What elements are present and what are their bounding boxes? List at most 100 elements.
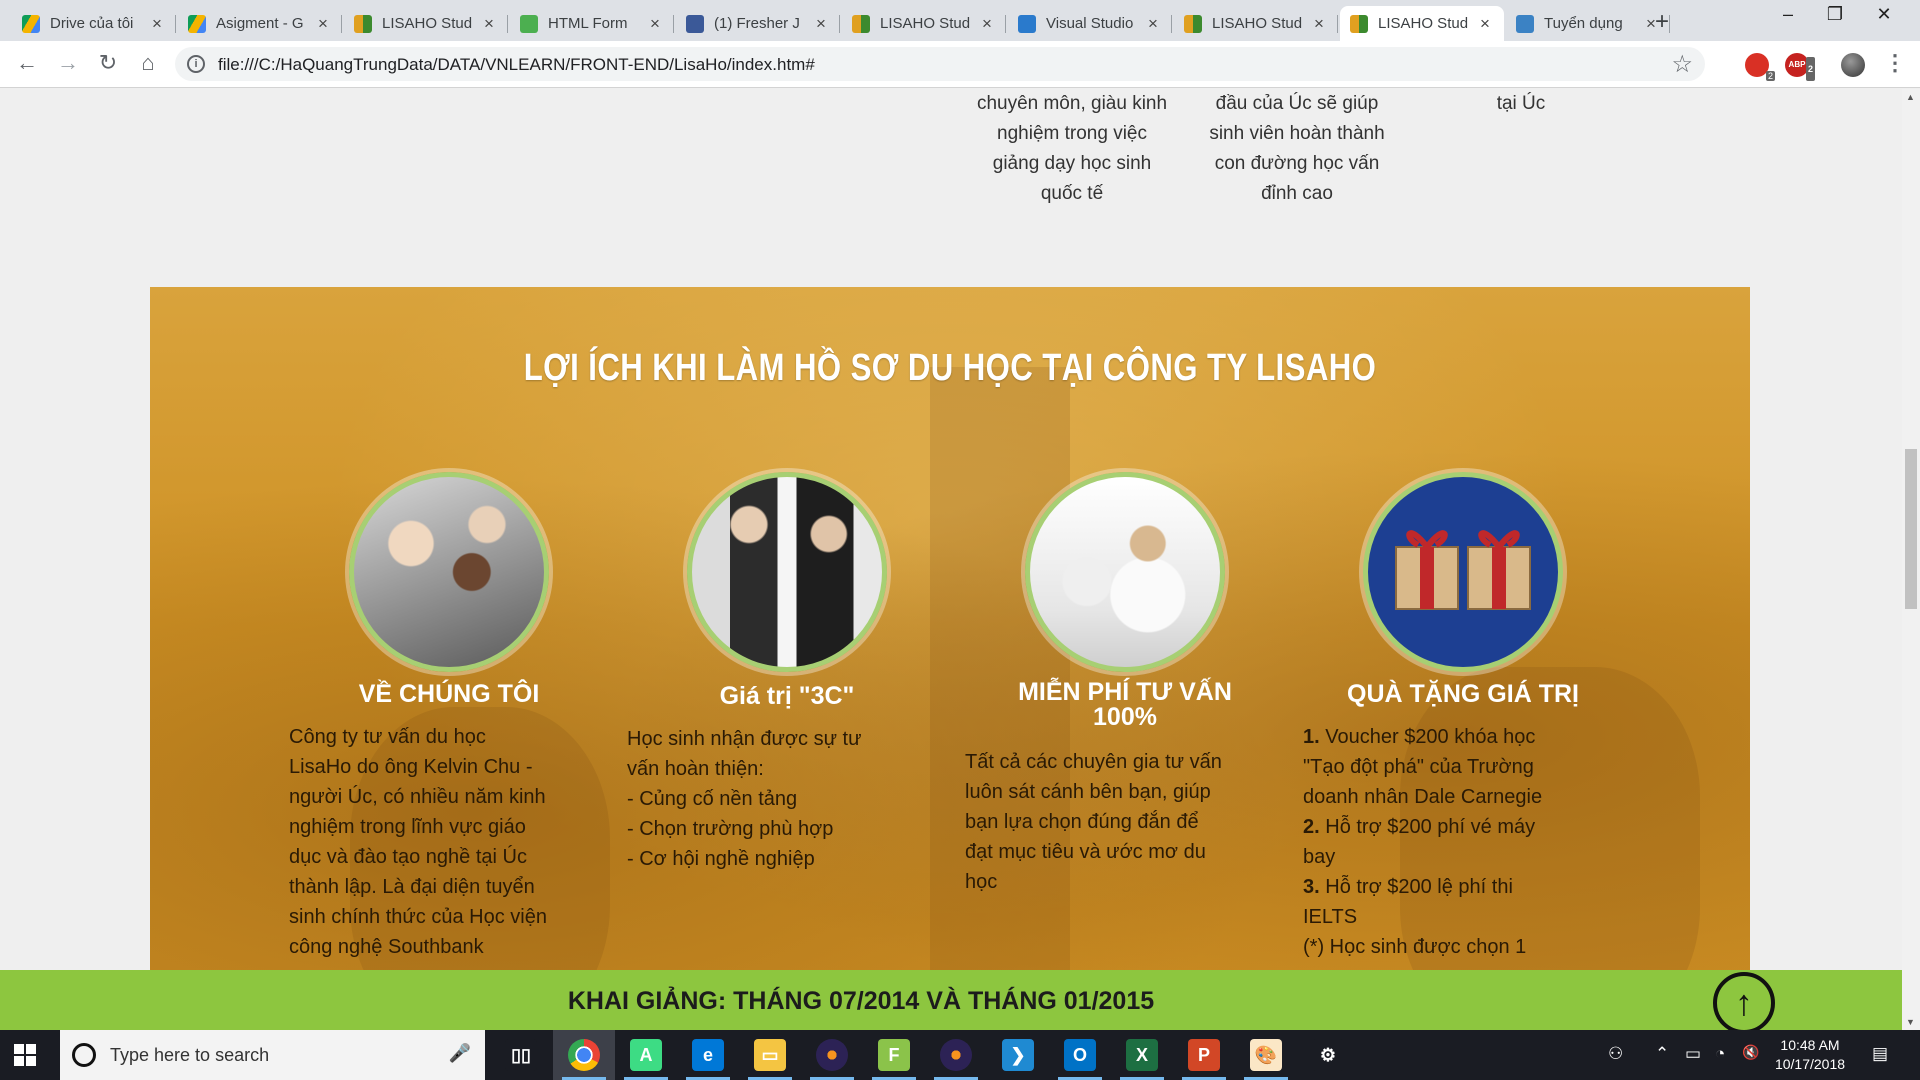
new-tab-button[interactable]: + [1655,8,1669,36]
action-center-icon[interactable]: ▤ [1872,1044,1888,1064]
benefit-card-gifts: QUÀ TẶNG GIÁ TRỊ 1. Voucher $200 khóa họ… [1303,287,1603,1030]
business-meeting-photo [349,472,549,672]
chrome-icon[interactable] [568,1039,600,1071]
fiddler-icon[interactable]: F [878,1039,910,1071]
tab-close-icon[interactable]: × [148,14,166,34]
scrollbar-thumb[interactable] [1905,449,1917,609]
edge-icon[interactable]: e [692,1039,724,1071]
tab-close-icon[interactable]: × [1144,14,1162,34]
show-hidden-icons-chevron[interactable]: ⌃ [1655,1044,1669,1064]
benefit-text-line: 3. Hỗ trợ $200 lệ phí thi [1303,872,1593,902]
benefit-text-line: Học sinh nhận được sự tư [627,728,862,750]
forward-button[interactable]: → [53,50,83,76]
feature-text-line: quốc tế [1040,183,1104,204]
browser-tab[interactable]: Drive của tôi × [12,6,176,41]
reload-button[interactable]: ↻ [93,50,123,76]
google-drive-icon [22,14,40,33]
android-studio-icon[interactable]: A [630,1039,662,1071]
url-text[interactable]: file:///C:/HaQuangTrungData/DATA/VNLEARN… [218,55,815,75]
system-clock[interactable]: 10:48 AM 10/17/2018 [1765,1036,1855,1074]
browser-tab[interactable]: Visual Studio × [1008,6,1172,41]
back-button[interactable]: ← [12,50,42,76]
tab-close-icon[interactable]: × [1476,14,1494,34]
gift-boxes-icon [1363,472,1563,672]
tab-title: HTML Form [548,15,628,32]
page-scrollbar[interactable]: ▲ ▼ [1902,89,1920,1030]
eclipse-icon[interactable] [816,1039,848,1071]
settings-icon[interactable]: ⚙ [1312,1039,1344,1071]
benefit-text-line: LisaHo do ông Kelvin Chu - [289,756,533,778]
profile-avatar[interactable] [1841,53,1865,77]
tab-separator [673,15,674,33]
adblock-label: ABP [1788,60,1806,69]
microphone-icon[interactable]: 🎤 [449,1043,471,1064]
browser-toolbar: ← → ↻ ⌂ i file:///C:/HaQuangTrungData/DA… [0,41,1920,88]
tab-close-icon[interactable]: × [480,14,498,34]
benefit-title: Giá trị "3C" [719,682,855,710]
benefit-text-line: doanh nhân Dale Carnegie [1303,782,1593,812]
benefit-text-line: đạt mục tiêu và ước mơ du [965,841,1206,863]
powerpoint-icon[interactable]: P [1188,1039,1220,1071]
eclipse-icon-2[interactable] [940,1039,972,1071]
benefit-text-line: thành lập. Là đại diện tuyển [289,876,535,898]
lisaho-favicon [354,14,372,33]
page-viewport: chuyên môn, giàu kinh nghiệm trong việc gi… [0,89,1902,1030]
tab-separator [1171,15,1172,33]
browser-tab[interactable]: LISAHO Stud × [344,6,508,41]
gift-text: "Tạo đột phá" của Trường [1303,756,1534,778]
browser-tab[interactable]: LISAHO Stud × [1174,6,1338,41]
file-explorer-icon[interactable]: ▭ [754,1039,786,1071]
gift-text: Voucher $200 khóa học [1319,726,1536,748]
adblock-icon[interactable]: ABP 2 [1785,53,1815,81]
task-view-icon[interactable]: ▯▯ [505,1039,537,1071]
tab-title: Tuyển dụng [1544,15,1623,32]
extension-icon-1[interactable]: 2 [1745,53,1775,81]
browser-tab[interactable]: LISAHO Stud × [842,6,1006,41]
tab-close-icon[interactable]: × [978,14,996,34]
people-icon[interactable]: ⚇ [1608,1044,1623,1064]
address-bar[interactable]: i file:///C:/HaQuangTrungData/DATA/VNLEA… [175,47,1705,81]
benefit-text-line: IELTS [1303,902,1593,932]
paint-icon[interactable]: 🎨 [1250,1039,1282,1071]
browser-tab[interactable]: LISAHO Stud × [1340,6,1504,41]
browser-tab-strip: Drive của tôi × Asigment - G × LISAHO Stud × H… [0,0,1920,41]
browser-tab[interactable]: Asigment - G × [178,6,342,41]
close-window-button[interactable]: ✕ [1869,4,1899,25]
tab-separator [507,15,508,33]
taskbar-search-box[interactable]: Type here to search 🎤 [60,1030,485,1080]
search-placeholder: Type here to search [110,1045,270,1065]
minimize-button[interactable]: – [1773,4,1803,25]
bookmark-star-icon[interactable]: ☆ [1671,50,1693,79]
browser-tab[interactable]: (1) Fresher J × [676,6,840,41]
volume-muted-icon[interactable]: 🔇 [1742,1044,1759,1061]
browser-tab[interactable]: HTML Form × [510,6,674,41]
benefit-text-line: bay [1303,842,1593,872]
site-info-icon[interactable]: i [187,55,205,73]
tab-title: Visual Studio [1046,15,1134,32]
benefit-title-line: MIỄN PHÍ TƯ VẤN [1018,678,1232,706]
tab-separator [1337,15,1338,33]
wifi-icon[interactable]: ◔ [1715,1044,1725,1064]
outlook-icon[interactable]: O [1064,1039,1096,1071]
tab-close-icon[interactable]: × [812,14,830,34]
home-button[interactable]: ⌂ [133,50,163,76]
excel-icon[interactable]: X [1126,1039,1158,1071]
battery-icon[interactable]: ▭ [1685,1044,1701,1064]
scroll-down-arrow-icon[interactable]: ▼ [1906,1017,1915,1027]
benefit-title: QUÀ TẶNG GIÁ TRỊ [1347,680,1579,708]
gift-number: 2. [1303,816,1320,838]
back-to-top-button[interactable]: ↑ [1713,972,1775,1030]
browser-tab[interactable]: Tuyển dụng × [1506,6,1670,41]
tab-close-icon[interactable]: × [314,14,332,34]
tab-close-icon[interactable]: × [1310,14,1328,34]
call-center-photo [1025,472,1225,672]
vscode-icon[interactable]: ❯ [1002,1039,1034,1071]
restore-button[interactable]: ❐ [1820,4,1850,25]
scroll-up-arrow-icon[interactable]: ▲ [1906,92,1915,102]
benefit-title-line: 100% [1093,703,1157,731]
benefit-text-line: người Úc, có nhiều năm kinh [289,786,546,808]
gift-text: Hỗ trợ $200 lệ phí thi [1319,876,1513,898]
browser-menu-icon[interactable]: ⋮ [1880,50,1910,76]
windows-start-button[interactable] [14,1044,36,1066]
tab-close-icon[interactable]: × [646,14,664,34]
